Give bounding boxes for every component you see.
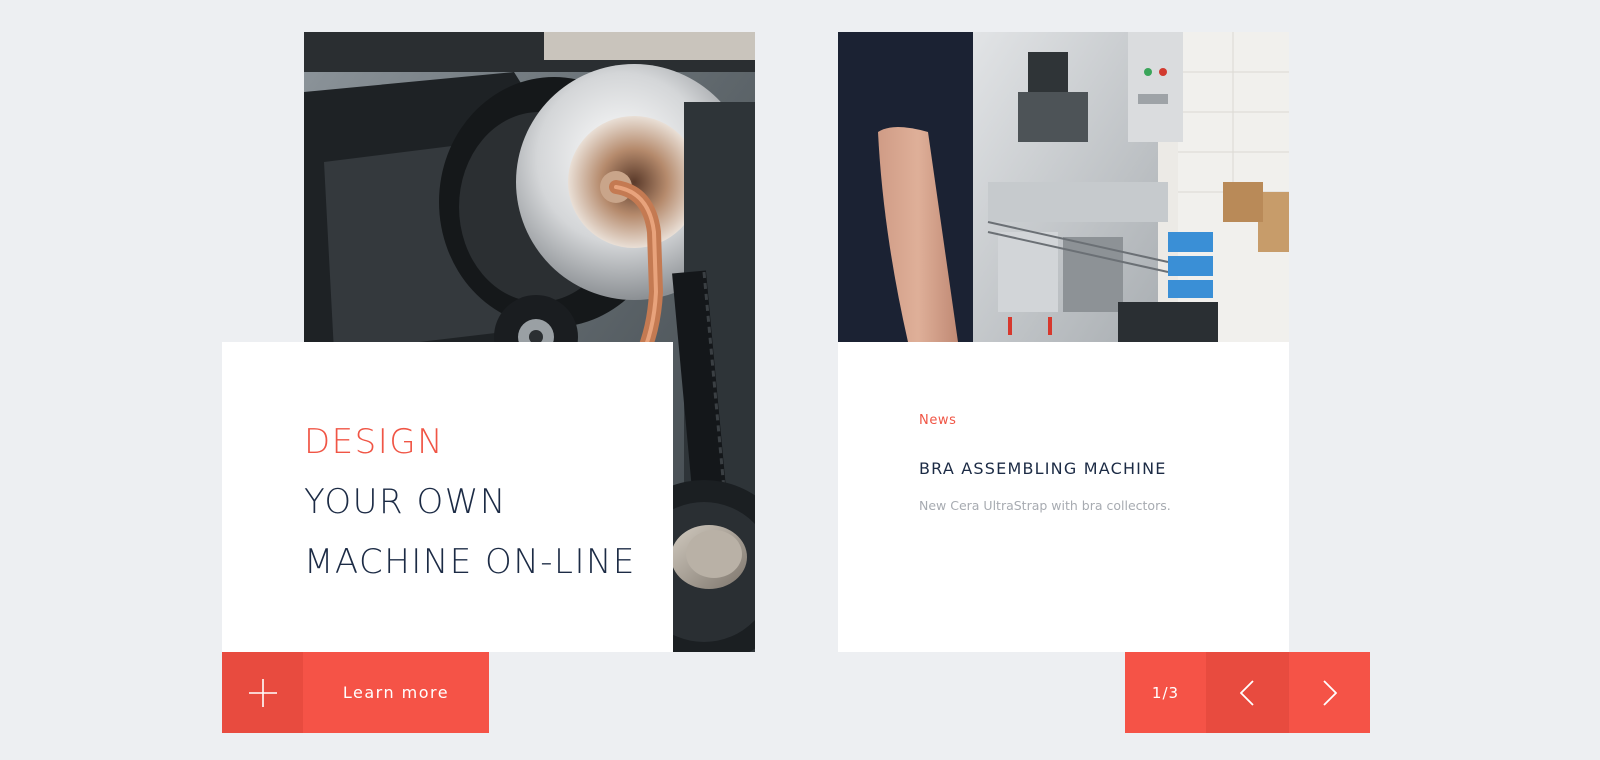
slide-counter: 1/3 [1125,652,1206,733]
news-machine-photo [838,32,1289,342]
plus-icon [222,652,303,733]
next-slide-button[interactable] [1288,652,1370,733]
chevron-left-icon [1240,679,1254,706]
previous-slide-button[interactable] [1206,652,1288,733]
hero-title: DESIGN YOUR OWN MACHINE ON-LINE [304,412,636,592]
hero-title-accent: DESIGN [304,422,445,462]
chevron-right-icon [1322,679,1337,706]
news-card[interactable]: News BRA ASSEMBLING MACHINE New Cera Ult… [838,342,1289,652]
learn-more-button[interactable]: Learn more [222,652,489,733]
news-description: New Cera UltraStrap with bra collectors. [919,498,1171,513]
hero-title-card: DESIGN YOUR OWN MACHINE ON-LINE [222,342,673,652]
news-category-tag: News [919,413,957,428]
hero-title-line-3: MACHINE ON-LINE [304,542,636,582]
learn-more-label: Learn more [342,683,450,702]
news-title[interactable]: BRA ASSEMBLING MACHINE [919,459,1167,478]
hero-title-line-2: YOUR OWN [304,482,507,522]
slider-pager: 1/3 [1125,652,1370,733]
